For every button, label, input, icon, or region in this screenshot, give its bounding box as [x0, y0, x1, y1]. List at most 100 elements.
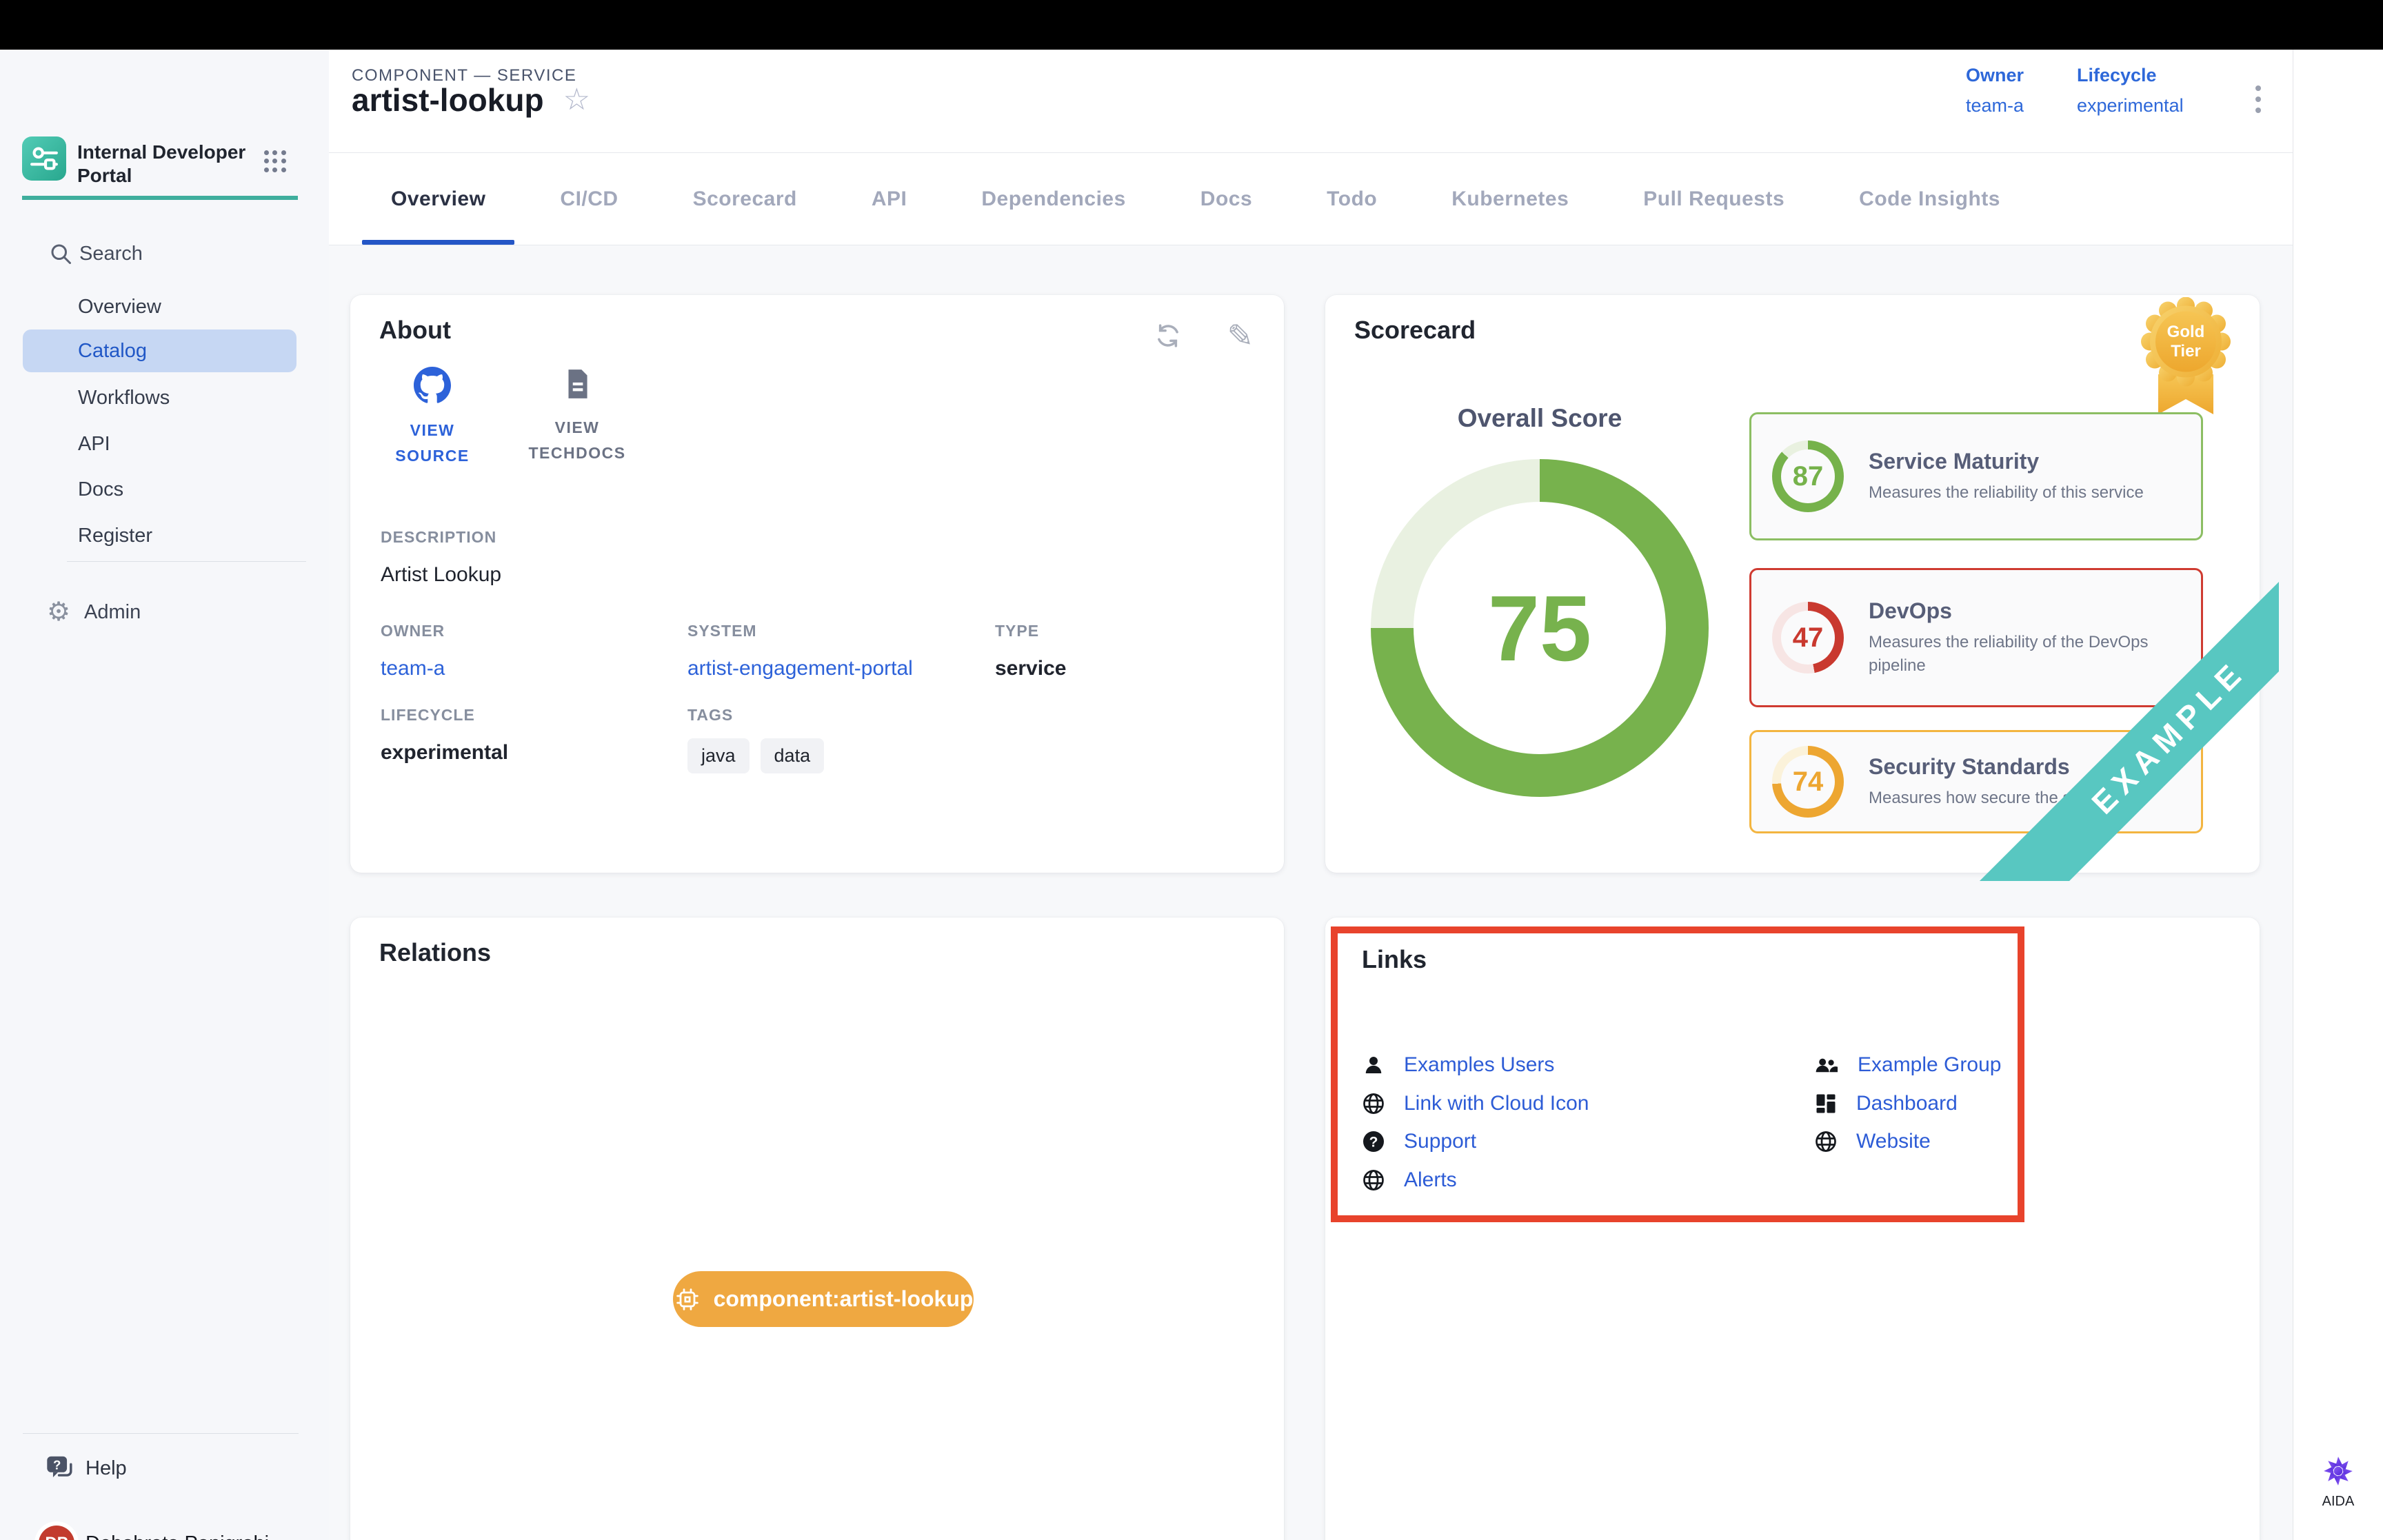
metric-donut: 47 — [1772, 602, 1844, 673]
svg-text:Tier: Tier — [2171, 342, 2201, 361]
dashboard-icon — [1813, 1091, 1838, 1116]
tag-chip[interactable]: data — [761, 738, 825, 773]
field-type: TYPE service — [995, 622, 1066, 680]
sidebar-item-api[interactable]: API — [0, 425, 329, 463]
person-icon — [1361, 1053, 1386, 1077]
sidebar-search[interactable]: Search — [0, 234, 329, 273]
tab-api[interactable]: API — [834, 153, 945, 245]
svg-text:?: ? — [1369, 1135, 1378, 1151]
sidebar-divider-accent — [22, 196, 298, 200]
sidebar-item-admin[interactable]: ⚙ Admin — [0, 593, 329, 631]
sidebar-item-register[interactable]: Register — [0, 516, 329, 555]
tab-pull-requests[interactable]: Pull Requests — [1606, 153, 1822, 245]
globe-icon — [1361, 1091, 1386, 1116]
apps-grid-icon[interactable] — [264, 150, 286, 172]
top-black-bar — [0, 0, 2383, 50]
overall-score-label: Overall Score — [1426, 404, 1653, 433]
tab-overview[interactable]: Overview — [354, 153, 523, 245]
links-card: Links Examples Users Link with Cloud Ico… — [1325, 918, 2260, 1540]
link-examples-users[interactable]: Examples Users — [1361, 1053, 1554, 1077]
relations-card: Relations component:artist-lookup — [350, 918, 1284, 1540]
sidebar-item-docs[interactable]: Docs — [0, 470, 329, 509]
sidebar-divider — [67, 561, 306, 562]
metric-donut: 74 — [1772, 746, 1844, 818]
sidebar-item-workflows[interactable]: Workflows — [0, 378, 329, 417]
field-owner: OWNER team-a — [381, 622, 445, 680]
group-icon — [1813, 1053, 1840, 1077]
sidebar: Internal Developer Portal Search Overvie… — [0, 50, 329, 1540]
github-icon — [414, 367, 451, 404]
right-gutter: AIDA — [2293, 50, 2383, 1540]
tag-chip[interactable]: java — [687, 738, 750, 773]
link-dashboard[interactable]: Dashboard — [1813, 1091, 1958, 1116]
about-card: About ✎ VIEWSOURCE — [350, 295, 1284, 873]
sidebar-bottom-divider — [23, 1433, 299, 1434]
app-logo[interactable] — [22, 136, 66, 181]
metric-donut: 87 — [1772, 440, 1844, 512]
link-example-group[interactable]: Example Group — [1813, 1053, 2001, 1077]
tab-cicd[interactable]: CI/CD — [523, 153, 655, 245]
tab-todo[interactable]: Todo — [1289, 153, 1414, 245]
sidebar-item-catalog[interactable]: Catalog — [23, 330, 296, 372]
about-title: About — [379, 316, 451, 345]
view-source-button[interactable]: VIEWSOURCE — [381, 367, 484, 469]
aida-label: AIDA — [2322, 1494, 2355, 1510]
overall-score-value: 75 — [1488, 575, 1591, 682]
owner-link[interactable]: team-a — [1966, 95, 2024, 116]
favorite-star-icon[interactable]: ☆ — [563, 85, 590, 115]
scorecard-title: Scorecard — [1354, 316, 1476, 345]
page-title: artist-lookup — [352, 81, 544, 119]
sidebar-user[interactable]: DP Debabrata Panigrahi — [0, 1519, 329, 1540]
owner-link[interactable]: team-a — [381, 657, 445, 680]
search-icon — [48, 241, 73, 266]
system-link[interactable]: artist-engagement-portal — [687, 657, 913, 680]
link-support[interactable]: ? Support — [1361, 1129, 1476, 1154]
app-title: Internal Developer Portal — [77, 141, 250, 188]
tab-code-insights[interactable]: Code Insights — [1822, 153, 2038, 245]
document-icon — [560, 367, 594, 401]
example-ribbon: EXAMPLE — [1955, 557, 2279, 881]
relations-entity-chip[interactable]: component:artist-lookup — [673, 1271, 974, 1327]
kebab-menu-icon[interactable] — [2244, 77, 2272, 121]
field-system: SYSTEM artist-engagement-portal — [687, 622, 913, 680]
tab-dependencies[interactable]: Dependencies — [944, 153, 1163, 245]
links-title: Links — [1362, 945, 1427, 974]
field-tags: TAGS java data — [687, 706, 824, 773]
overview-content: About ✎ VIEWSOURCE — [329, 246, 2293, 1540]
lifecycle-value: experimental — [2077, 95, 2184, 116]
refresh-icon[interactable] — [1154, 321, 1183, 350]
edit-pencil-icon[interactable]: ✎ — [1227, 320, 1254, 352]
svg-text:Gold: Gold — [2167, 323, 2205, 341]
field-description: DESCRIPTION Artist Lookup — [381, 528, 501, 587]
globe-icon — [1361, 1168, 1386, 1193]
relations-title: Relations — [379, 938, 491, 967]
sidebar-item-help[interactable]: ? Help — [0, 1449, 329, 1488]
avatar: DP — [39, 1526, 74, 1540]
tab-scorecard[interactable]: Scorecard — [656, 153, 834, 245]
help-circle-icon: ? — [1361, 1129, 1386, 1154]
main-area: COMPONENT — SERVICE artist-lookup ☆ Owne… — [329, 50, 2293, 1540]
link-with-cloud-icon[interactable]: Link with Cloud Icon — [1361, 1091, 1589, 1116]
link-alerts[interactable]: Alerts — [1361, 1168, 1457, 1193]
sidebar-item-overview[interactable]: Overview — [0, 287, 329, 326]
overall-score-donut: 75 — [1371, 459, 1709, 797]
link-website[interactable]: Website — [1813, 1129, 1931, 1154]
header-lifecycle: Lifecycle experimental — [2077, 65, 2184, 116]
scorecard-card: Scorecard — [1325, 295, 2260, 873]
sliders-icon — [29, 143, 59, 174]
tab-docs[interactable]: Docs — [1163, 153, 1289, 245]
aida-flower-icon — [2321, 1454, 2355, 1488]
metric-service-maturity[interactable]: 87 Service Maturity Measures the reliabi… — [1749, 412, 2203, 540]
gear-icon: ⚙ — [47, 599, 70, 625]
help-chat-icon: ? — [44, 1452, 76, 1484]
chip-icon — [674, 1286, 701, 1313]
user-name: Debabrata Panigrahi — [86, 1532, 269, 1540]
svg-text:?: ? — [53, 1457, 61, 1472]
entity-header: COMPONENT — SERVICE artist-lookup ☆ Owne… — [329, 50, 2293, 153]
view-techdocs-button[interactable]: VIEWTECHDOCS — [525, 367, 629, 469]
globe-icon — [1813, 1129, 1838, 1154]
tab-kubernetes[interactable]: Kubernetes — [1414, 153, 1606, 245]
header-owner: Owner team-a — [1966, 65, 2024, 116]
aida-widget[interactable]: AIDA — [2293, 1454, 2383, 1510]
field-lifecycle: LIFECYCLE experimental — [381, 706, 508, 764]
